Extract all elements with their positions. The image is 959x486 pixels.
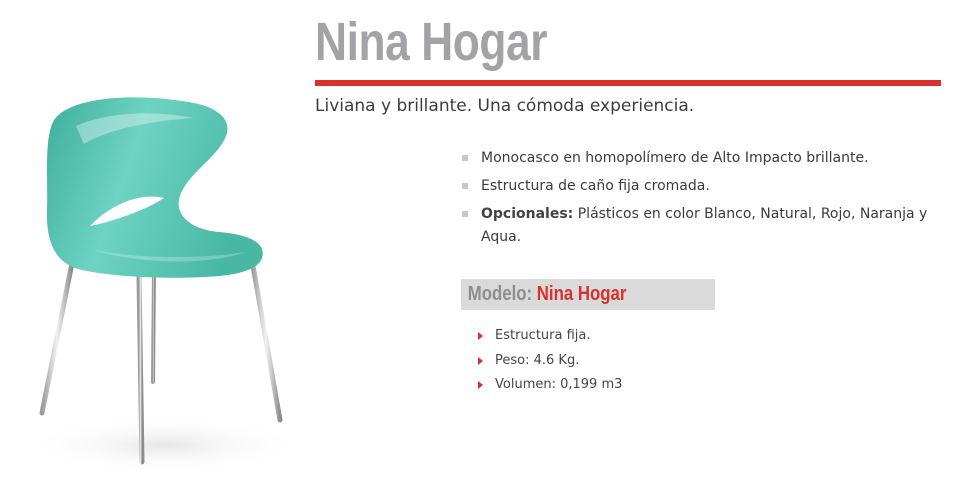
arrow-right-icon <box>478 381 483 389</box>
feature-item: Opcionales: Plásticos en color Blanco, N… <box>461 203 946 249</box>
model-label: Modelo: <box>467 283 533 305</box>
arrow-right-icon <box>478 332 483 340</box>
product-image <box>14 80 304 480</box>
page-title: Nina Hogar <box>315 12 548 72</box>
spec-list: Estructura fija. Peso: 4.6 Kg. Volumen: … <box>476 324 622 398</box>
spec-item: Peso: 4.6 Kg. <box>476 349 622 374</box>
spec-text: Peso: 4.6 Kg. <box>495 352 580 368</box>
feature-bold: Opcionales: <box>481 206 574 222</box>
bullet-square-icon <box>462 211 468 217</box>
model-header: Modelo: Nina Hogar <box>461 279 715 310</box>
feature-list: Monocasco en homopolímero de Alto Impact… <box>461 147 946 254</box>
spec-item: Volumen: 0,199 m3 <box>476 373 622 398</box>
product-subtitle: Liviana y brillante. Una cómoda experien… <box>315 96 695 116</box>
model-name: Nina Hogar <box>536 283 627 305</box>
feature-text: Monocasco en homopolímero de Alto Impact… <box>481 150 869 166</box>
feature-text: Estructura de caño fija cromada. <box>481 178 710 194</box>
bullet-square-icon <box>462 155 468 161</box>
spec-text: Volumen: 0,199 m3 <box>495 377 623 392</box>
spec-text: Estructura fija. <box>495 328 591 343</box>
spec-item: Estructura fija. <box>476 324 622 349</box>
arrow-right-icon <box>478 356 483 365</box>
chair-icon <box>24 97 304 473</box>
title-divider <box>315 80 941 86</box>
feature-item: Monocasco en homopolímero de Alto Impact… <box>461 147 946 170</box>
feature-item: Estructura de caño fija cromada. <box>461 175 946 198</box>
bullet-square-icon <box>462 183 468 189</box>
